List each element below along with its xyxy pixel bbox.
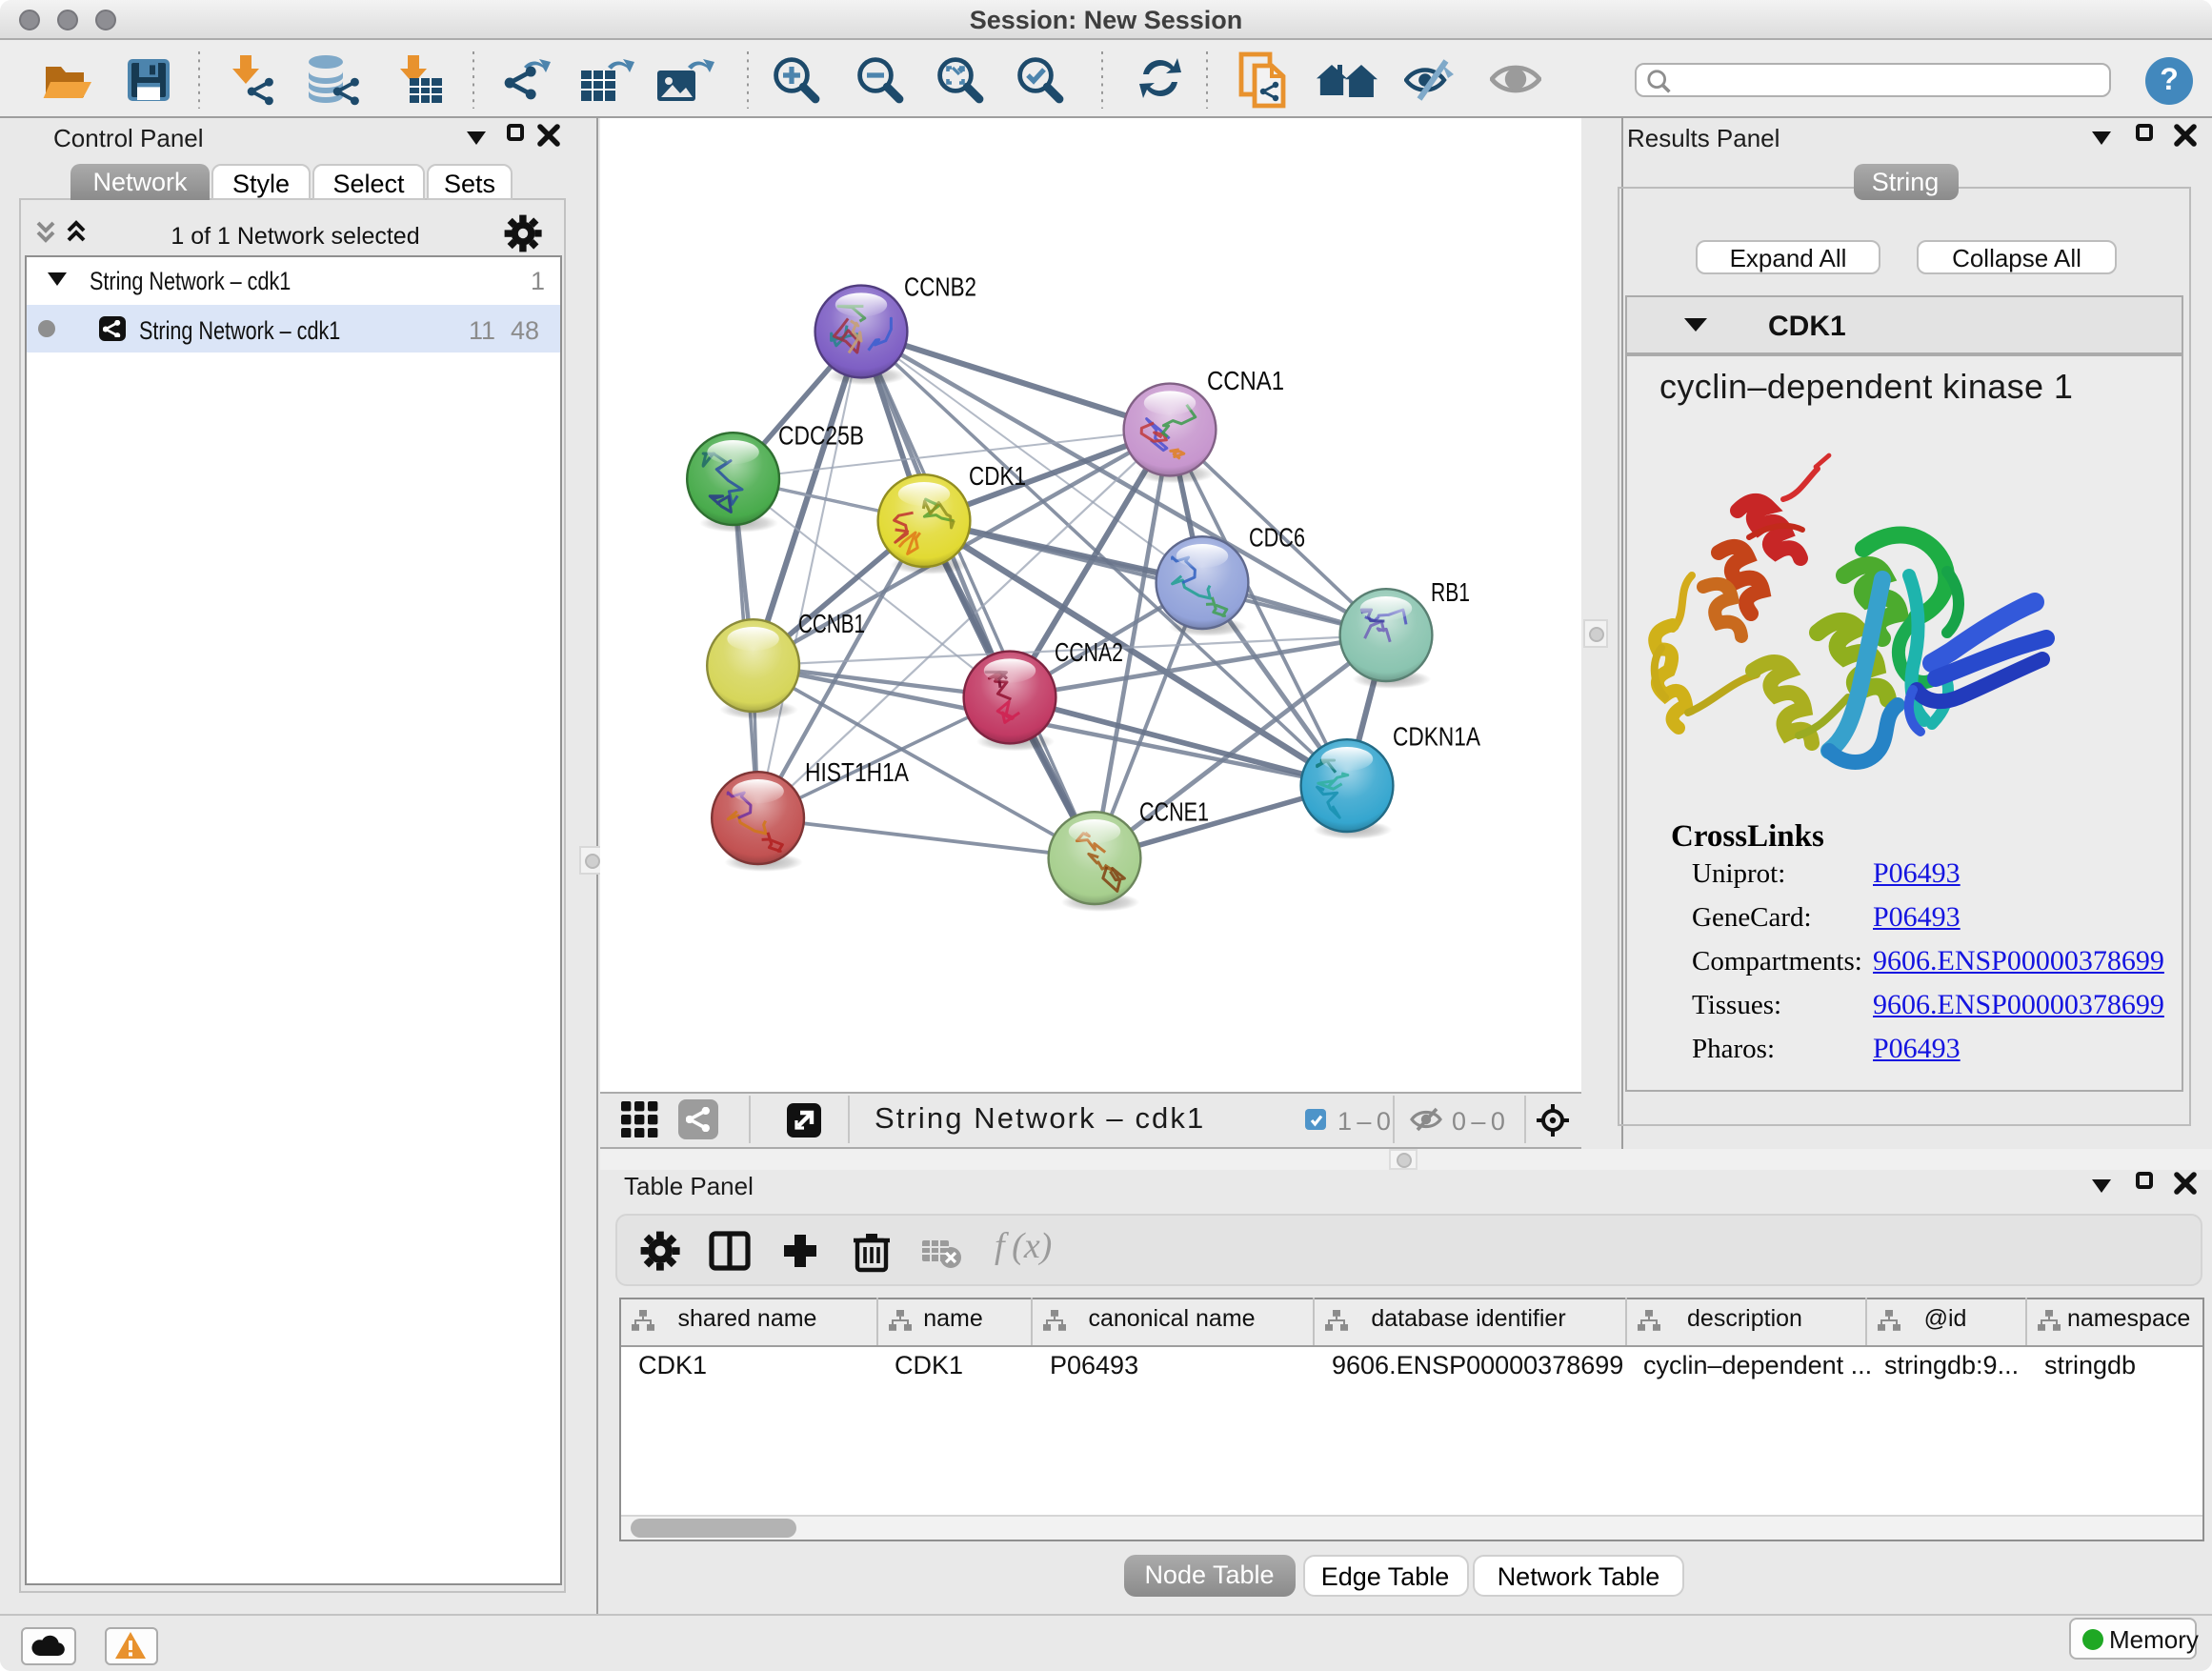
svg-text:CCNE1: CCNE1 (1139, 796, 1209, 826)
svg-text:CDC6: CDC6 (1249, 522, 1305, 552)
svg-text:CCNB2: CCNB2 (904, 272, 976, 301)
svg-text:CDK1: CDK1 (969, 461, 1026, 491)
svg-text:RB1: RB1 (1431, 577, 1470, 607)
svg-text:CCNA2: CCNA2 (1055, 637, 1123, 667)
svg-text:HIST1H1A: HIST1H1A (805, 757, 909, 787)
svg-text:CCNA1: CCNA1 (1207, 366, 1284, 395)
svg-text:CDC25B: CDC25B (778, 420, 864, 450)
svg-text:CDKN1A: CDKN1A (1393, 721, 1480, 751)
svg-text:CCNB1: CCNB1 (798, 609, 865, 638)
